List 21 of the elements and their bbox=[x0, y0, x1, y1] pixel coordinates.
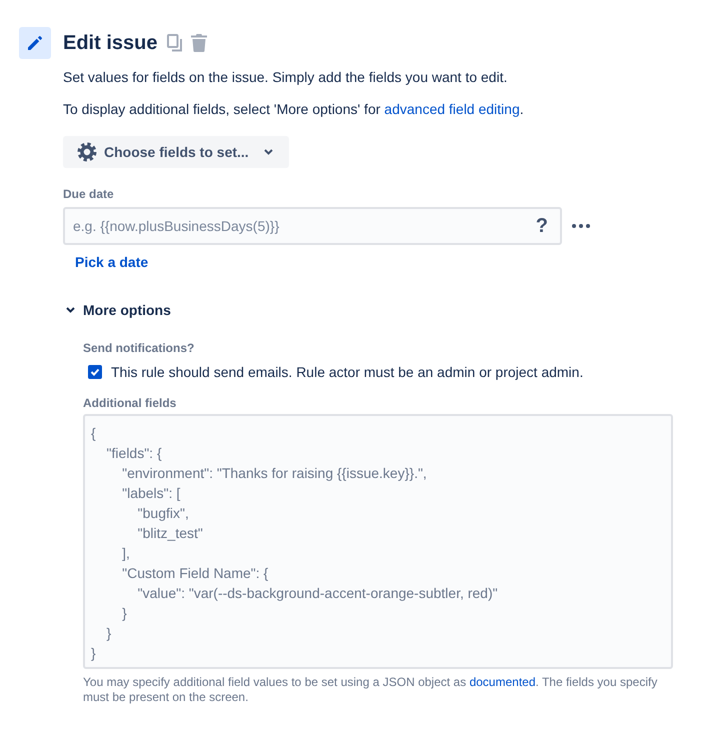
more-options-toggle[interactable]: More options bbox=[63, 300, 171, 320]
pick-a-date-link[interactable]: Pick a date bbox=[75, 254, 148, 270]
field-label: Send notifications? bbox=[83, 340, 196, 356]
pencil-icon bbox=[19, 27, 51, 59]
chevron-down-icon bbox=[264, 149, 273, 155]
additional-fields-textarea[interactable]: { "fields": { "environment": "Thanks for raising {{issue.key}}.", "labels": [ "bugfix", "blitz_test" ], "Custom Field Name": { "value": "var(--ds-background-accent-orange-subtler, red)" } } } bbox=[83, 414, 673, 669]
more-icon[interactable] bbox=[572, 224, 590, 228]
gear-icon bbox=[77, 142, 97, 162]
choose-fields-button[interactable]: Choose fields to set... bbox=[63, 136, 289, 168]
advanced-field-editing-link[interactable]: advanced field editing bbox=[384, 101, 520, 117]
field-label: Due date bbox=[63, 186, 115, 202]
checkbox[interactable] bbox=[88, 365, 102, 379]
checkbox-label: This rule should send emails. Rule actor must be an admin or project admin. bbox=[111, 363, 584, 382]
help-text: You may specify additional field values to be set using a JSON object as documented. The fields you specify must be present on the screen. bbox=[83, 675, 658, 705]
description-text: To display additional fields, select 'More options' for advanced field editing. bbox=[63, 100, 525, 119]
due-date-field[interactable]: e.g. {{now.plusBusinessDays(5)}} ? bbox=[63, 207, 562, 245]
description-text: Set values for fields on the issue. Simply add the fields you want to edit. bbox=[63, 68, 508, 87]
documented-link[interactable]: documented bbox=[469, 675, 536, 689]
help-button[interactable]: ? bbox=[536, 214, 548, 238]
field-label: Additional fields bbox=[83, 395, 178, 411]
page-title: Edit issue bbox=[63, 31, 158, 55]
